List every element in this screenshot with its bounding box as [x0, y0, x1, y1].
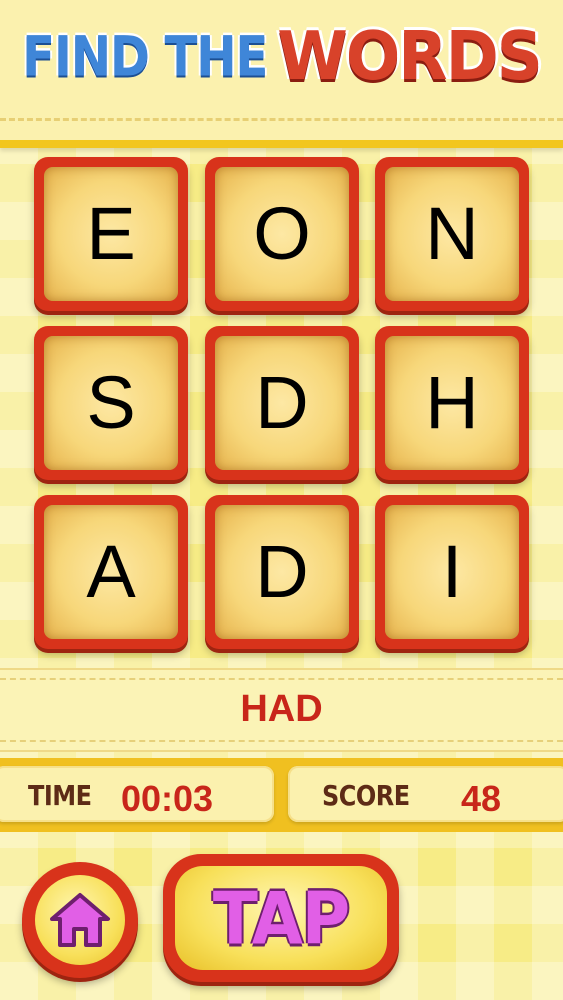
game-title: FIND THE WORDS	[0, 14, 563, 100]
tile-letter: D	[255, 361, 309, 444]
time-label: TIME	[28, 779, 92, 813]
tile-letter: I	[441, 530, 463, 613]
letter-tile-face: I	[385, 505, 519, 639]
letter-grid: E O N S D H A D I	[34, 157, 530, 649]
tap-button-face: TAP	[175, 866, 387, 970]
letter-tile-face: S	[44, 336, 178, 470]
tile-letter: O	[253, 192, 311, 275]
score-panel: SCORE 48	[288, 766, 563, 822]
time-panel: TIME 00:03	[0, 766, 274, 822]
game-header: FIND THE WORDS	[0, 0, 563, 148]
letter-tile-face: D	[215, 336, 349, 470]
tile-letter: S	[86, 361, 136, 444]
title-words: WORDS	[277, 18, 542, 96]
current-word-strip: HAD	[0, 668, 563, 752]
header-stitch-divider	[0, 118, 563, 121]
time-value: 00:03	[121, 778, 214, 819]
letter-tile[interactable]: D	[205, 326, 359, 480]
score-label: SCORE	[322, 779, 410, 813]
home-icon	[50, 893, 110, 947]
tile-letter: E	[86, 192, 136, 275]
stats-bar: TIME 00:03 SCORE 48	[0, 758, 563, 832]
letter-tile[interactable]: A	[34, 495, 188, 649]
letter-tile-face: E	[44, 167, 178, 301]
letter-tile-face: D	[215, 505, 349, 639]
tap-button[interactable]: TAP	[163, 854, 399, 982]
home-button[interactable]	[22, 862, 138, 978]
letter-tile-face: H	[385, 336, 519, 470]
letter-tile-face: O	[215, 167, 349, 301]
letter-tile[interactable]: H	[375, 326, 529, 480]
letter-tile[interactable]: I	[375, 495, 529, 649]
tap-button-label: TAP	[212, 875, 350, 961]
letter-tile-face: A	[44, 505, 178, 639]
score-value: 48	[461, 778, 502, 819]
tile-letter: A	[86, 530, 136, 613]
letter-tile[interactable]: S	[34, 326, 188, 480]
current-word: HAD	[240, 688, 323, 730]
letter-tile[interactable]: O	[205, 157, 359, 311]
letter-tile[interactable]: N	[375, 157, 529, 311]
letter-tile-face: N	[385, 167, 519, 301]
title-find-the: FIND THE	[22, 24, 268, 90]
letter-tile[interactable]: E	[34, 157, 188, 311]
letter-tile[interactable]: D	[205, 495, 359, 649]
tile-letter: D	[255, 530, 309, 613]
tile-letter: N	[425, 192, 479, 275]
home-button-face	[35, 875, 125, 965]
tile-letter: H	[425, 361, 479, 444]
stitch-divider	[0, 678, 563, 680]
stitch-divider	[0, 740, 563, 742]
